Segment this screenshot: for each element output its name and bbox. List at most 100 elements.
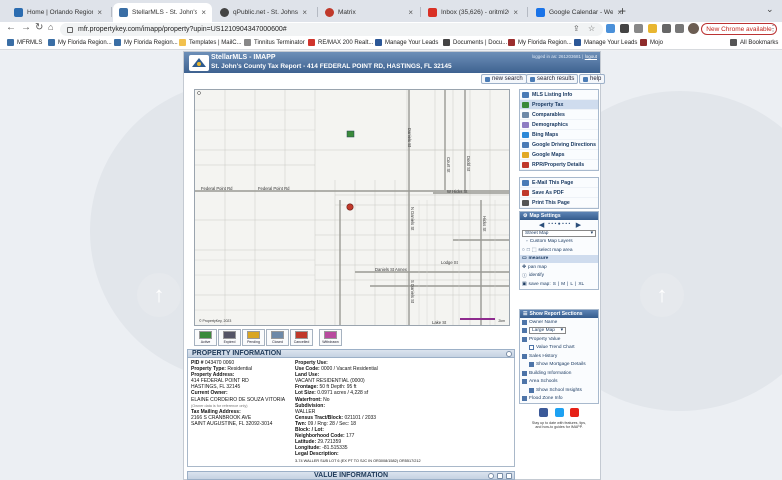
twitter-icon[interactable]: [554, 408, 564, 417]
browser-tab[interactable]: Inbox (35,626) - oritml200@gmail.c ×: [422, 3, 524, 22]
extension-icon[interactable]: [634, 24, 643, 33]
save-map-size-s[interactable]: S: [553, 282, 556, 287]
sidebar-item-google-driving-directions[interactable]: Google Driving Directions: [520, 140, 598, 150]
legend-pending[interactable]: Pending: [242, 329, 265, 346]
forward-arrow-icon[interactable]: →: [21, 22, 31, 33]
active-listing-marker[interactable]: [346, 130, 355, 138]
legend-cancelled[interactable]: Cancelled: [290, 329, 313, 346]
polygon-tool-icon[interactable]: ⬚: [532, 248, 537, 253]
extension-icon[interactable]: [620, 24, 629, 33]
zoom-in-icon[interactable]: ▶: [576, 221, 581, 229]
side-panel-icon[interactable]: [675, 24, 684, 33]
sidebar-item-demographics[interactable]: Demographics: [520, 120, 598, 130]
circle-tool-icon[interactable]: ○: [522, 248, 525, 253]
new-search-button[interactable]: new search: [481, 74, 527, 84]
legend-active[interactable]: Active: [194, 329, 217, 346]
site-info-icon[interactable]: [67, 26, 73, 33]
tab-close-icon[interactable]: ×: [513, 8, 518, 17]
tab-close-icon[interactable]: ×: [408, 8, 413, 17]
browser-tab[interactable]: qPublic.net - St. Johns County, FL ×: [214, 3, 313, 22]
profile-avatar[interactable]: [688, 23, 699, 34]
measure-tool[interactable]: ▭ measure: [520, 254, 598, 263]
back-arrow-icon[interactable]: ←: [6, 22, 16, 33]
browser-tab[interactable]: Matrix ×: [319, 3, 419, 22]
sidebar-action-e-mail-this-page[interactable]: E-Mail This Page: [520, 178, 598, 188]
sidebar-item-property-tax[interactable]: Property Tax: [520, 100, 598, 110]
report-section-checkbox[interactable]: [522, 379, 527, 385]
zoom-track[interactable]: •••●•••: [548, 222, 571, 227]
home-icon[interactable]: ⌂: [48, 22, 53, 32]
new-tab-icon[interactable]: +: [619, 4, 626, 18]
all-bookmarks[interactable]: All Bookmarks: [730, 39, 778, 46]
share-icon[interactable]: ⇪: [573, 24, 580, 33]
report-sections-header[interactable]: ☰ Show Report Sections: [520, 310, 598, 318]
report-section-checkbox[interactable]: [522, 336, 527, 342]
sidebar-item-mls-listing-info[interactable]: MLS Listing Info: [520, 90, 598, 100]
report-section-checkbox[interactable]: [529, 387, 534, 393]
legend-closed[interactable]: Closed: [266, 329, 289, 346]
report-section-checkbox[interactable]: [522, 370, 527, 376]
zoom-slider[interactable]: ◀ •••●••• ▶: [520, 220, 598, 229]
browser-tab[interactable]: Home | Orlando Regional REALTOR ×: [8, 3, 108, 22]
bookmark-item[interactable]: Manage Your Leads: [375, 39, 438, 46]
map-size-select[interactable]: Large Map ▾: [529, 327, 566, 335]
custom-layers-row[interactable]: ▫ Custom Map Layers: [520, 238, 598, 247]
tab-search-chevron-icon[interactable]: ⌄: [766, 4, 774, 15]
more-menu-icon[interactable]: ⋮: [769, 24, 777, 33]
parcel-map[interactable]: Federal Point Rd Federal Point Rd W Hick…: [194, 89, 510, 326]
sidebar-item-bing-maps[interactable]: Bing Maps: [520, 130, 598, 140]
report-section-checkbox[interactable]: [522, 328, 527, 334]
subject-property-marker[interactable]: [346, 203, 354, 211]
report-section-checkbox[interactable]: [522, 396, 527, 402]
logout-link[interactable]: logout: [585, 54, 597, 59]
youtube-icon[interactable]: [569, 408, 579, 417]
save-map-size-l[interactable]: L: [570, 282, 573, 287]
legend-withdrawn[interactable]: Withdrawn: [319, 329, 342, 346]
value-information-header[interactable]: VALUE INFORMATION: [187, 471, 515, 480]
reload-icon[interactable]: ↻: [35, 22, 43, 33]
facebook-icon[interactable]: [539, 408, 549, 417]
browser-tab-active[interactable]: StellarMLS - St. John's County Ta ×: [113, 3, 212, 22]
save-map-size-xl[interactable]: XL: [578, 282, 584, 287]
sidebar-action-save-as-pdf[interactable]: Save As PDF: [520, 188, 598, 198]
help-icon[interactable]: [506, 351, 512, 357]
bookmark-item[interactable]: RE/MAX 200 Realt...: [308, 39, 373, 46]
save-map-size-m[interactable]: M: [561, 282, 565, 287]
bookmark-item[interactable]: MFRMLS: [7, 39, 42, 46]
rect-tool-icon[interactable]: □: [527, 248, 530, 253]
extensions-puzzle-icon[interactable]: [662, 24, 671, 33]
bookmark-item[interactable]: My Florida Region...: [508, 39, 572, 46]
sidebar-action-print-this-page[interactable]: Print This Page: [520, 198, 598, 208]
map-type-select[interactable]: Street Map ▾: [522, 229, 596, 237]
sidebar-item-rpr-property-details[interactable]: RPR/Property Details: [520, 160, 598, 170]
help-button[interactable]: help: [579, 74, 606, 84]
tab-close-icon[interactable]: ×: [302, 8, 307, 17]
bookmark-item[interactable]: Manage Your Leads: [574, 39, 637, 46]
extension-icon[interactable]: [606, 24, 615, 33]
sidebar-item-google-maps[interactable]: Google Maps: [520, 150, 598, 160]
browser-tab[interactable]: Google Calendar - Week of Octob ×: [530, 3, 628, 22]
chrome-update-button[interactable]: New Chrome available: [701, 23, 777, 35]
search-results-button[interactable]: search results: [526, 74, 579, 84]
zoom-out-icon[interactable]: ◀: [539, 221, 544, 229]
map-settings-header[interactable]: ⚙ Map Settings: [520, 212, 598, 220]
identify-tool[interactable]: ⓘ identify: [520, 272, 598, 281]
help-icon[interactable]: [488, 473, 494, 479]
parcel-map-canvas[interactable]: [195, 90, 510, 326]
report-section-checkbox[interactable]: [522, 319, 527, 325]
bookmark-item[interactable]: Templates | MailC...: [179, 39, 242, 46]
report-section-checkbox[interactable]: [529, 362, 534, 368]
bookmark-item[interactable]: My Florida Region...: [114, 39, 178, 46]
tab-close-icon[interactable]: ×: [97, 8, 102, 17]
address-bar[interactable]: mfr.propertykey.com/imapp/property?upin=…: [60, 23, 603, 36]
extension-icon[interactable]: [648, 24, 657, 33]
move-down-icon[interactable]: [506, 473, 512, 479]
property-information-header[interactable]: PROPERTY INFORMATION: [187, 349, 515, 358]
bookmark-item[interactable]: Documents | Docu...: [443, 39, 507, 46]
sidebar-item-comparables[interactable]: Comparables: [520, 110, 598, 120]
bookmark-item[interactable]: Mojo: [640, 39, 663, 46]
move-up-icon[interactable]: [497, 473, 503, 479]
bookmark-star-icon[interactable]: ☆: [588, 24, 595, 33]
report-section-checkbox[interactable]: [522, 353, 527, 359]
bookmark-item[interactable]: Tinnitus Terminator: [244, 39, 305, 46]
